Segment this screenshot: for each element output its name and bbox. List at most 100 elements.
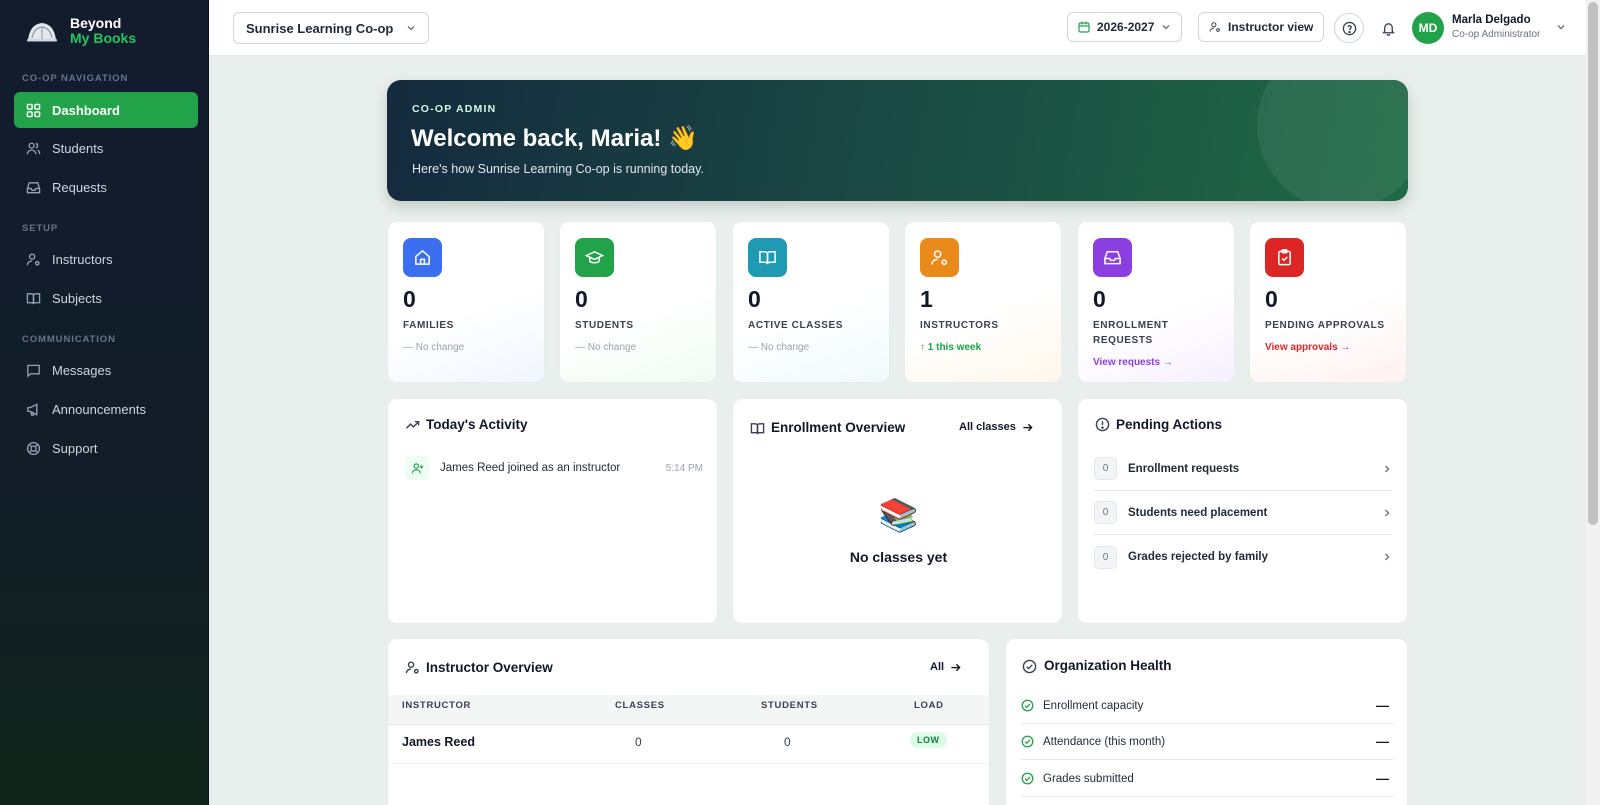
books-icon: 📚 bbox=[878, 497, 919, 533]
chevron-down-icon bbox=[406, 23, 416, 33]
sidebar-item-label: Subjects bbox=[52, 290, 102, 306]
stat-change: ↑ 1 this week bbox=[920, 342, 982, 353]
book-icon bbox=[750, 421, 766, 437]
brand-name-line1: Beyond bbox=[70, 15, 122, 31]
pending-item-label: Grades rejected by family bbox=[1128, 551, 1268, 563]
classes-count: 0 bbox=[635, 735, 642, 749]
students-count: 0 bbox=[784, 735, 791, 749]
brand[interactable]: Beyond My Books bbox=[26, 16, 136, 46]
arrow-right-icon bbox=[1022, 422, 1033, 433]
todays-activity-card: Today's Activity James Reed joined as an… bbox=[387, 398, 718, 624]
book-icon bbox=[26, 291, 41, 306]
user-menu-chevron-icon[interactable] bbox=[1556, 22, 1566, 32]
stat-card-pending-approvals[interactable]: 0 PENDING APPROVALS View approvals → bbox=[1249, 221, 1407, 383]
health-item-value: — bbox=[1376, 698, 1389, 713]
empty-state-text: No classes yet bbox=[849, 549, 948, 565]
card-title: Organization Health bbox=[1044, 658, 1172, 673]
column-header-classes: CLASSES bbox=[615, 700, 665, 711]
sidebar-item-instructors[interactable]: Instructors bbox=[14, 241, 198, 277]
all-link-label: All bbox=[930, 661, 945, 673]
count-badge: 0 bbox=[1094, 457, 1117, 480]
user-name: Marla Delgado bbox=[1452, 14, 1531, 26]
org-switcher[interactable]: Sunrise Learning Co-op bbox=[233, 12, 430, 44]
table-row[interactable]: James Reed 0 0 LOW bbox=[387, 728, 990, 756]
card-title: Enrollment Overview bbox=[771, 420, 906, 435]
load-badge: LOW bbox=[910, 732, 947, 748]
table-row-divider bbox=[388, 763, 989, 764]
trending-up-icon bbox=[405, 417, 421, 433]
sidebar-item-dashboard[interactable]: Dashboard bbox=[14, 92, 198, 128]
health-item-grades-submitted: Grades submitted — bbox=[1021, 761, 1393, 797]
help-button[interactable] bbox=[1334, 13, 1364, 43]
grid-icon bbox=[26, 103, 41, 118]
sidebar-item-students[interactable]: Students bbox=[14, 130, 198, 166]
home-icon bbox=[403, 238, 442, 277]
pending-item-enrollment-requests[interactable]: 0 Enrollment requests bbox=[1094, 447, 1392, 491]
sidebar-item-label: Announcements bbox=[52, 401, 146, 417]
inbox-icon bbox=[1093, 238, 1132, 277]
column-header-students: STUDENTS bbox=[761, 700, 818, 711]
enrollment-overview-card: Enrollment Overview All classes 📚 No cla… bbox=[732, 398, 1063, 624]
sidebar-item-label: Students bbox=[52, 140, 104, 156]
year-selector[interactable]: 2026-2027 bbox=[1067, 12, 1183, 42]
help-icon bbox=[1342, 21, 1357, 36]
top-bar: Sunrise Learning Co-op 2026-2027 Instruc… bbox=[209, 0, 1586, 56]
graduation-cap-icon bbox=[575, 238, 614, 277]
stat-label: PENDING APPROVALS bbox=[1265, 320, 1385, 331]
users-icon bbox=[26, 141, 41, 156]
bell-icon bbox=[1381, 21, 1396, 36]
instructor-view-button[interactable]: Instructor view bbox=[1198, 12, 1325, 42]
column-header-load: LOAD bbox=[914, 700, 944, 711]
stat-change: — No change bbox=[403, 342, 465, 353]
notifications-button[interactable] bbox=[1373, 13, 1403, 43]
user-cog-icon bbox=[920, 238, 959, 277]
sidebar-item-messages[interactable]: Messages bbox=[14, 352, 198, 388]
all-classes-link[interactable]: All classes bbox=[959, 421, 1033, 433]
scrollbar-thumb[interactable] bbox=[1588, 2, 1598, 525]
user-plus-icon bbox=[405, 456, 429, 480]
activity-time: 5:14 PM bbox=[665, 462, 703, 474]
check-circle-icon bbox=[1021, 772, 1034, 785]
user-cog-icon bbox=[26, 252, 41, 267]
lifebuoy-icon bbox=[26, 441, 41, 456]
pending-item-grades-rejected[interactable]: 0 Grades rejected by family bbox=[1094, 535, 1392, 579]
pending-actions-card: Pending Actions 0 Enrollment requests 0 … bbox=[1077, 398, 1408, 624]
pending-item-students-need-placement[interactable]: 0 Students need placement bbox=[1094, 491, 1392, 535]
sidebar-item-requests[interactable]: Requests bbox=[14, 169, 198, 205]
check-circle-icon bbox=[1021, 735, 1034, 748]
stat-label: FAMILIES bbox=[403, 320, 454, 331]
count-badge: 0 bbox=[1094, 501, 1117, 524]
sidebar-item-label: Dashboard bbox=[52, 102, 120, 118]
all-instructors-link[interactable]: All bbox=[930, 661, 961, 673]
stat-label: ACTIVE CLASSES bbox=[748, 320, 844, 331]
sidebar-item-support[interactable]: Support bbox=[14, 430, 198, 466]
stat-value: 0 bbox=[403, 286, 416, 312]
stat-value: 0 bbox=[1093, 286, 1106, 312]
sidebar-item-subjects[interactable]: Subjects bbox=[14, 280, 198, 316]
user-cog-icon bbox=[405, 660, 421, 676]
view-requests-link[interactable]: View requests → bbox=[1093, 357, 1173, 368]
avatar[interactable]: MD bbox=[1412, 12, 1444, 44]
stat-card-enrollment-requests[interactable]: 0 ENROLLMENT REQUESTS View requests → bbox=[1077, 221, 1235, 383]
view-approvals-link[interactable]: View approvals → bbox=[1265, 342, 1350, 353]
chevron-right-icon bbox=[1382, 552, 1392, 562]
count-badge: 0 bbox=[1094, 545, 1117, 569]
check-circle-icon bbox=[1022, 659, 1038, 675]
stat-card-students[interactable]: 0 STUDENTS — No change bbox=[559, 221, 717, 383]
stat-card-active-classes[interactable]: 0 ACTIVE CLASSES — No change bbox=[732, 221, 890, 383]
user-role: Co-op Administrator bbox=[1452, 29, 1541, 40]
stat-card-instructors[interactable]: 1 INSTRUCTORS ↑ 1 this week bbox=[904, 221, 1062, 383]
stat-label: ENROLLMENT REQUESTS bbox=[1093, 320, 1169, 346]
sidebar-item-label: Requests bbox=[52, 179, 107, 195]
sidebar-item-announcements[interactable]: Announcements bbox=[14, 391, 198, 427]
stat-label: INSTRUCTORS bbox=[920, 320, 999, 331]
stat-card-families[interactable]: 0 FAMILIES — No change bbox=[387, 221, 545, 383]
health-item-value: — bbox=[1376, 734, 1389, 749]
section-label-communication: COMMUNICATION bbox=[22, 334, 116, 345]
stat-change: — No change bbox=[575, 342, 637, 353]
stat-value: 0 bbox=[1265, 286, 1278, 312]
banner-decoration bbox=[1257, 80, 1408, 201]
megaphone-icon bbox=[26, 402, 41, 417]
check-circle-icon bbox=[1021, 699, 1034, 712]
logo-icon bbox=[26, 18, 58, 44]
